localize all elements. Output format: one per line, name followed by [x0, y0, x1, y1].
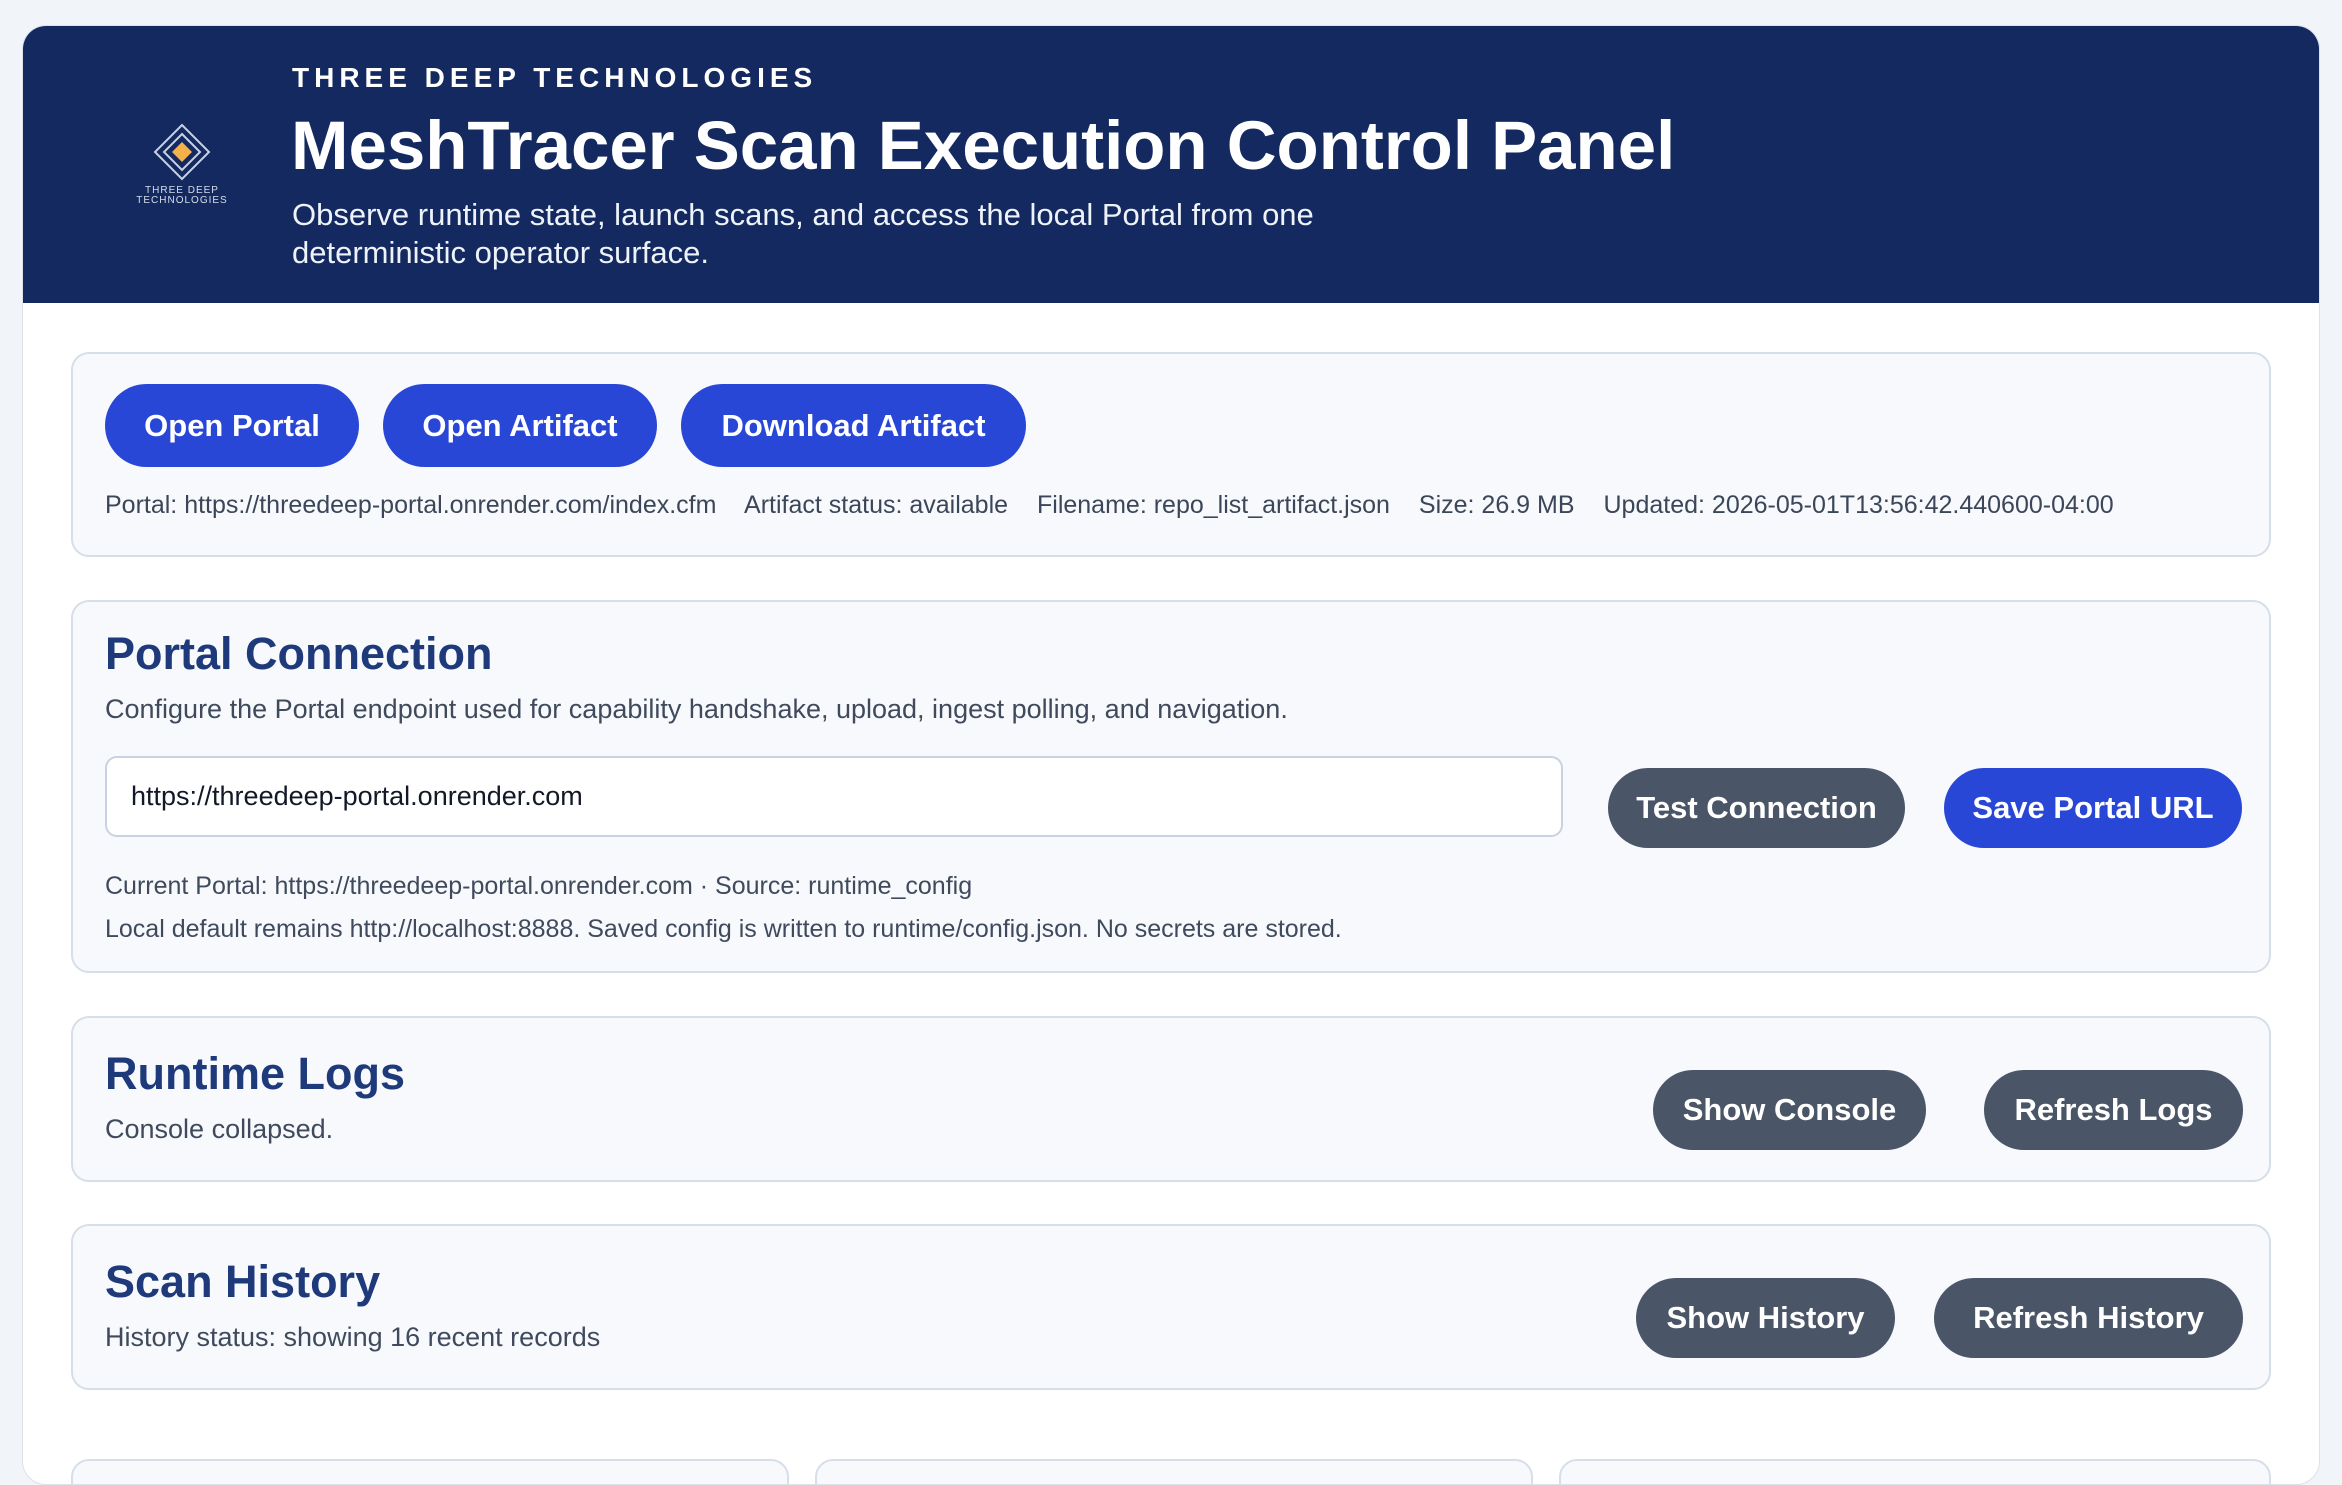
artifact-status-meta: Artifact status: available: [744, 491, 1009, 519]
actions-card: Open Portal Open Artifact Download Artif…: [71, 352, 2271, 557]
download-artifact-button[interactable]: Download Artifact: [681, 384, 1026, 467]
portal-connection-description: Configure the Portal endpoint used for c…: [105, 694, 1288, 724]
show-console-button[interactable]: Show Console: [1653, 1070, 1926, 1150]
bottom-card-2: [815, 1459, 1533, 1484]
open-portal-button[interactable]: Open Portal: [105, 384, 359, 467]
logo-wordmark: THREE DEEP TECHNOLOGIES: [136, 185, 228, 206]
filename-meta: Filename: repo_list_artifact.json: [1037, 491, 1390, 519]
open-artifact-button[interactable]: Open Artifact: [383, 384, 657, 467]
updated-meta: Updated: 2026-05-01T13:56:42.440600-04:0…: [1603, 491, 2114, 519]
company-name: THREE DEEP TECHNOLOGIES: [292, 62, 818, 93]
company-logo: THREE DEEP TECHNOLOGIES: [119, 122, 245, 232]
bottom-card-3: [1559, 1459, 2271, 1484]
runtime-logs-title: Runtime Logs: [105, 1048, 405, 1099]
refresh-logs-button[interactable]: Refresh Logs: [1984, 1070, 2243, 1150]
portal-url-input[interactable]: [105, 756, 1563, 837]
scan-history-title: Scan History: [105, 1256, 381, 1307]
portal-connection-title: Portal Connection: [105, 628, 493, 679]
bottom-card-1: [71, 1459, 789, 1484]
artifact-meta: Portal: https://threedeep-portal.onrende…: [105, 491, 2136, 520]
runtime-logs-status: Console collapsed.: [105, 1114, 334, 1144]
refresh-history-button[interactable]: Refresh History: [1934, 1278, 2243, 1358]
current-portal-status: Current Portal: https://threedeep-portal…: [105, 872, 973, 900]
show-history-button[interactable]: Show History: [1636, 1278, 1895, 1358]
portal-connection-card: Portal Connection Configure the Portal e…: [71, 600, 2271, 973]
header-banner: THREE DEEP TECHNOLOGIES THREE DEEP TECHN…: [23, 26, 2319, 303]
scan-history-status: History status: showing 16 recent record…: [105, 1322, 601, 1352]
app-window: THREE DEEP TECHNOLOGIES THREE DEEP TECHN…: [22, 25, 2320, 1485]
save-portal-url-button[interactable]: Save Portal URL: [1944, 768, 2242, 848]
runtime-logs-card: Runtime Logs Console collapsed. Show Con…: [71, 1016, 2271, 1182]
scan-history-card: Scan History History status: showing 16 …: [71, 1224, 2271, 1390]
page-title: MeshTracer Scan Execution Control Panel: [291, 107, 1676, 184]
test-connection-button[interactable]: Test Connection: [1608, 768, 1905, 848]
diamond-logo-icon: [153, 123, 211, 181]
size-meta: Size: 26.9 MB: [1418, 491, 1575, 519]
page-subtitle: Observe runtime state, launch scans, and…: [292, 197, 1314, 270]
portal-config-note: Local default remains http://localhost:8…: [105, 915, 1342, 943]
portal-meta: Portal: https://threedeep-portal.onrende…: [105, 491, 717, 519]
